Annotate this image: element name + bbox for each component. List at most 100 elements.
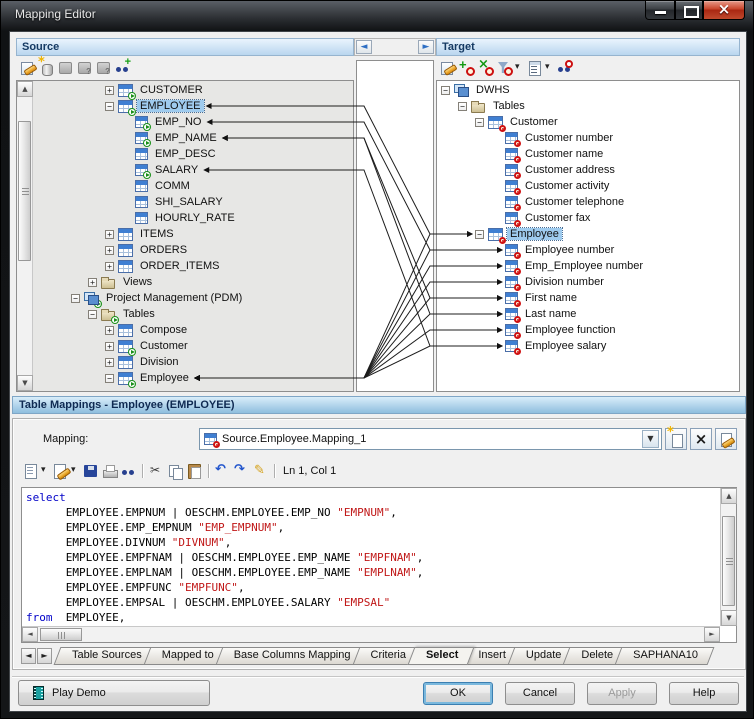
- expand-toggle[interactable]: +: [105, 86, 114, 95]
- tree-row[interactable]: Employee number: [437, 242, 739, 258]
- save-icon[interactable]: [82, 463, 99, 479]
- mapping-select[interactable]: Source.Employee.Mapping_1 ▼: [199, 428, 662, 450]
- expand-toggle[interactable]: +: [105, 246, 114, 255]
- tree-row[interactable]: +ORDER_ITEMS: [33, 258, 353, 274]
- maximize-icon[interactable]: [675, 1, 703, 20]
- dropdown-caret[interactable]: [545, 60, 554, 76]
- tree-row[interactable]: Customer fax: [437, 210, 739, 226]
- tree-row[interactable]: −Tables: [437, 98, 739, 114]
- tab-scroll-left-icon[interactable]: ◄: [21, 648, 36, 664]
- filter-add-icon[interactable]: [496, 60, 513, 76]
- expand-toggle[interactable]: +: [88, 278, 97, 287]
- sql-text-area[interactable]: select EMPLOYEE.EMPNUM | OESCHM.EMPLOYEE…: [26, 490, 718, 625]
- shuttle-left-icon[interactable]: ◄: [356, 40, 372, 54]
- scroll-left-icon[interactable]: ◄: [22, 627, 38, 642]
- tree-row[interactable]: SALARY: [33, 162, 353, 178]
- tab-table-sources[interactable]: Table Sources: [57, 647, 155, 665]
- sql-editor[interactable]: select EMPLOYEE.EMPNUM | OESCHM.EMPLOYEE…: [21, 487, 737, 643]
- tab-mapped-to[interactable]: Mapped to: [147, 647, 227, 665]
- properties-icon[interactable]: [19, 60, 36, 76]
- add-mapping-disabled-icon[interactable]: [57, 60, 74, 76]
- tree-row[interactable]: +Compose: [33, 322, 353, 338]
- create-datasource-icon[interactable]: [38, 60, 55, 76]
- help-button[interactable]: Help: [669, 682, 739, 705]
- shuttle-right-icon[interactable]: ►: [418, 40, 434, 54]
- dropdown-caret[interactable]: [41, 463, 50, 479]
- expand-toggle[interactable]: −: [105, 102, 114, 111]
- tree-row[interactable]: First name: [437, 290, 739, 306]
- filter-list-icon[interactable]: [526, 60, 543, 76]
- scroll-down-icon[interactable]: ▼: [721, 610, 737, 626]
- expand-toggle[interactable]: +: [105, 262, 114, 271]
- tree-row[interactable]: COMM: [33, 178, 353, 194]
- scroll-down-icon[interactable]: ▼: [17, 375, 33, 391]
- copy-icon[interactable]: [167, 463, 184, 479]
- delete-mapping-button[interactable]: [690, 428, 712, 450]
- editor-horizontal-scrollbar[interactable]: ◄ ►: [22, 626, 720, 642]
- scrollbar-thumb[interactable]: [18, 121, 31, 261]
- ok-button[interactable]: OK: [423, 682, 493, 705]
- scrollbar-thumb[interactable]: [40, 628, 82, 641]
- expand-toggle[interactable]: −: [441, 86, 450, 95]
- chevron-down-icon[interactable]: ▼: [642, 430, 659, 448]
- tree-row[interactable]: HOURLY_RATE: [33, 210, 353, 226]
- tree-row[interactable]: Division number: [437, 274, 739, 290]
- tree-row[interactable]: Employee function: [437, 322, 739, 338]
- cancel-button[interactable]: Cancel: [505, 682, 575, 705]
- redo-icon[interactable]: [233, 463, 250, 479]
- tree-row[interactable]: −Employee: [437, 226, 739, 242]
- minimize-icon[interactable]: [645, 1, 675, 20]
- tree-row[interactable]: SHI_SALARY: [33, 194, 353, 210]
- apply-button[interactable]: Apply: [587, 682, 657, 705]
- tree-row[interactable]: Emp_Employee number: [437, 258, 739, 274]
- expand-toggle[interactable]: −: [458, 102, 467, 111]
- tree-row[interactable]: −Tables: [33, 306, 353, 322]
- tree-row[interactable]: −EMPLOYEE: [33, 98, 353, 114]
- tree-row[interactable]: Customer address: [437, 162, 739, 178]
- update-mapping-disabled-icon[interactable]: [95, 60, 112, 76]
- tab-saphana10[interactable]: SAPHANA10: [618, 647, 711, 665]
- tab-base-columns-mapping[interactable]: Base Columns Mapping: [219, 647, 364, 665]
- tree-row[interactable]: EMP_DESC: [33, 146, 353, 162]
- expand-toggle[interactable]: +: [105, 326, 114, 335]
- scrollbar-thumb[interactable]: [722, 516, 735, 606]
- file-menu-icon[interactable]: [22, 463, 39, 479]
- scroll-up-icon[interactable]: ▲: [17, 81, 33, 97]
- add-target-icon[interactable]: [458, 60, 475, 76]
- dropdown-caret[interactable]: [71, 463, 80, 479]
- tree-row[interactable]: Customer name: [437, 146, 739, 162]
- tree-row[interactable]: −Employee: [33, 370, 353, 386]
- tree-row[interactable]: Customer telephone: [437, 194, 739, 210]
- close-icon[interactable]: [703, 1, 745, 20]
- source-tree-scrollbar[interactable]: ▲ ▼: [17, 81, 33, 391]
- tree-row[interactable]: Customer number: [437, 130, 739, 146]
- tree-row[interactable]: −Project Management (PDM): [33, 290, 353, 306]
- expand-toggle[interactable]: −: [88, 310, 97, 319]
- delete-target-icon[interactable]: [477, 60, 494, 76]
- tree-row[interactable]: −DWHS: [437, 82, 739, 98]
- tab-select[interactable]: Select: [411, 647, 471, 665]
- tree-row[interactable]: +Customer: [33, 338, 353, 354]
- titlebar[interactable]: Mapping Editor: [1, 1, 753, 31]
- find-icon[interactable]: [120, 463, 137, 479]
- beautify-icon[interactable]: [252, 463, 269, 479]
- expand-toggle[interactable]: −: [475, 118, 484, 127]
- expand-toggle[interactable]: −: [475, 230, 484, 239]
- tree-row[interactable]: +Views: [33, 274, 353, 290]
- generate-mapping-disabled-icon[interactable]: [76, 60, 93, 76]
- find-objects-icon[interactable]: [114, 60, 131, 76]
- expand-toggle[interactable]: −: [71, 294, 80, 303]
- tree-row[interactable]: Last name: [437, 306, 739, 322]
- expand-toggle[interactable]: +: [105, 358, 114, 367]
- scroll-up-icon[interactable]: ▲: [721, 488, 737, 504]
- find-target-icon[interactable]: [556, 60, 573, 76]
- tree-row[interactable]: Customer activity: [437, 178, 739, 194]
- tree-row[interactable]: −Customer: [437, 114, 739, 130]
- tree-row[interactable]: Employee salary: [437, 338, 739, 354]
- expand-toggle[interactable]: −: [105, 374, 114, 383]
- tree-row[interactable]: +ORDERS: [33, 242, 353, 258]
- dropdown-caret[interactable]: [515, 60, 524, 76]
- tree-row[interactable]: +Division: [33, 354, 353, 370]
- tree-row[interactable]: EMP_NO: [33, 114, 353, 130]
- editor-vertical-scrollbar[interactable]: ▲ ▼: [720, 488, 736, 626]
